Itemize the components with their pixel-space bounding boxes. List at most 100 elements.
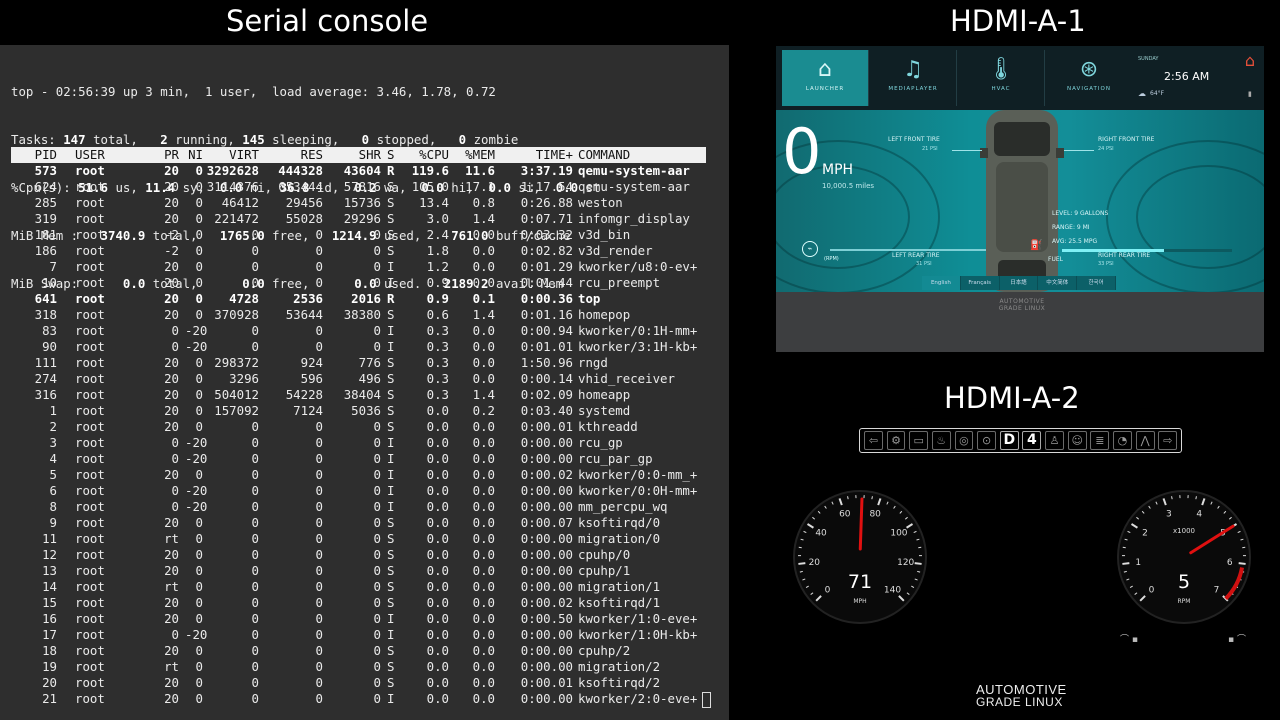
nav-label: NAVIGATION	[1067, 86, 1111, 92]
process-cell: rcu_preempt	[578, 275, 661, 290]
process-cell: 0	[373, 227, 381, 242]
left-front-tire-line	[952, 150, 982, 151]
language-option[interactable]: English	[922, 276, 961, 290]
process-cell: v3d_bin	[578, 227, 631, 242]
process-cell: 3292628	[206, 163, 259, 178]
left-arrow-icon: ⇦	[864, 431, 883, 450]
process-cell: 4	[49, 451, 57, 466]
process-cell: 0.1	[472, 291, 495, 306]
speed-tick-label: 80	[869, 510, 881, 520]
process-table-header: PID USER PR NI VIRT RES SHR S %CPU %MEM TIME+ COMMA…	[11, 147, 706, 163]
process-cell: 0.0	[426, 515, 449, 530]
process-cell: 0	[373, 675, 381, 690]
speed-tick-label: 60	[839, 510, 851, 520]
music-note-icon: ♫	[903, 57, 923, 82]
process-cell: S	[387, 355, 395, 370]
process-cell: 0:00.00	[520, 627, 573, 642]
process-cell: infomgr_display	[578, 211, 690, 226]
seatbelt-icon: ♙	[1045, 431, 1064, 450]
process-cell: 0.0	[472, 323, 495, 338]
process-cell: ksoftirqd/2	[578, 675, 661, 690]
rpm-icon: ⌁	[802, 241, 818, 257]
process-cell: root	[75, 179, 105, 194]
process-cell: 0.3	[426, 371, 449, 386]
nav-navigation-button[interactable]: ⊛ NAVIGATION	[1046, 50, 1133, 106]
process-cell: 624	[34, 179, 57, 194]
telltale-bar: ⇦ ⚙ ▭ ♨ ◎ ⊙ D 4 ♙ ☺ ≣ ◔ ⋀ ⇨	[859, 428, 1182, 453]
day-label: SUNDAY	[1138, 56, 1159, 62]
process-cell: 0	[315, 483, 323, 498]
process-cell: homeapp	[578, 387, 631, 402]
process-cell: 12	[42, 547, 57, 562]
process-cell: I	[387, 339, 395, 354]
process-cell: root	[75, 499, 105, 514]
process-cell: 3	[49, 435, 57, 450]
process-cell: 83	[42, 323, 57, 338]
process-cell: 0.0	[426, 579, 449, 594]
process-cell: I	[387, 275, 395, 290]
home-icon-red[interactable]: ⌂	[1241, 52, 1259, 70]
process-cell: 0.0	[472, 259, 495, 274]
process-cell: 0.0	[472, 227, 495, 242]
rpm-tick-label: 0	[1149, 586, 1155, 596]
nav-launcher-button[interactable]: ⌂ LAUNCHER	[782, 50, 869, 106]
process-cell: root	[75, 451, 105, 466]
nav-hvac-button[interactable]: 🌡 HVAC	[958, 50, 1045, 106]
process-cell: 0.0	[426, 403, 449, 418]
process-cell: 0.2	[472, 403, 495, 418]
speed-unit: MPH	[822, 162, 854, 178]
process-cell: 776	[358, 355, 381, 370]
process-cell: 0	[373, 275, 381, 290]
language-option[interactable]: Français	[960, 276, 1000, 290]
process-cell: 0	[251, 675, 259, 690]
language-selector: English Français 日本語 中文简体 한국어	[922, 276, 1116, 290]
process-cell: 0.0	[426, 563, 449, 578]
fuel-pump-icon: ⛽	[1030, 240, 1043, 251]
process-cell: 29456	[285, 195, 323, 210]
process-cell: root	[75, 419, 105, 434]
process-cell: 0	[251, 339, 259, 354]
process-cell: 3296	[229, 371, 259, 386]
language-option[interactable]: 한국어	[1077, 276, 1116, 290]
process-cell: 0:00.00	[520, 691, 573, 706]
process-cell: 0:00.00	[520, 659, 573, 674]
process-cell: root	[75, 387, 105, 402]
process-cell: 0	[373, 659, 381, 674]
fuel-level: LEVEL: 9 GALLONS	[1052, 210, 1109, 217]
process-cell: 0	[251, 323, 259, 338]
process-cell: kworker/u8:0-ev+	[578, 259, 698, 274]
process-cell: 0	[373, 595, 381, 610]
process-cell: root	[75, 595, 105, 610]
headlight-icon: ≣	[1090, 431, 1110, 450]
process-cell: 20	[164, 355, 179, 370]
process-cell: 0	[373, 483, 381, 498]
language-option[interactable]: 中文简体	[1038, 276, 1078, 290]
process-cell: 0:00.00	[520, 563, 573, 578]
speed-minor-tick	[847, 496, 849, 500]
process-cell: 0:00.02	[520, 467, 573, 482]
process-cell: root	[75, 563, 105, 578]
process-cell: 0	[171, 499, 179, 514]
nav-mediaplayer-button[interactable]: ♫ MEDIAPLAYER	[870, 50, 957, 106]
process-cell: 17	[42, 627, 57, 642]
process-cell: mm_percpu_wq	[578, 499, 668, 514]
process-cell: S	[387, 531, 395, 546]
process-cell: I	[387, 467, 395, 482]
process-cell: 0:00.00	[520, 547, 573, 562]
language-option[interactable]: 日本語	[999, 276, 1039, 290]
process-cell: 0	[315, 243, 323, 258]
process-cell: 0	[315, 419, 323, 434]
process-cell: 0.0	[426, 595, 449, 610]
process-cell: root	[75, 339, 105, 354]
process-cell: 0:00.07	[520, 515, 573, 530]
process-cell: 0.0	[426, 659, 449, 674]
nav-label: LAUNCHER	[805, 86, 845, 92]
process-cell: 9	[49, 515, 57, 530]
process-cell: kworker/0:0-mm_+	[578, 467, 698, 482]
process-cell: 0:03.40	[520, 403, 573, 418]
process-cell: 0.0	[472, 675, 495, 690]
ivi-display[interactable]: ⌂ LAUNCHER ♫ MEDIAPLAYER 🌡 HVAC ⊛ NAVIGATION SU…	[776, 46, 1264, 352]
signal-icon: ▮	[1248, 90, 1252, 98]
serial-console[interactable]: top - 02:56:39 up 3 min, 1 user, load av…	[0, 45, 729, 720]
process-cell: 0	[373, 579, 381, 594]
